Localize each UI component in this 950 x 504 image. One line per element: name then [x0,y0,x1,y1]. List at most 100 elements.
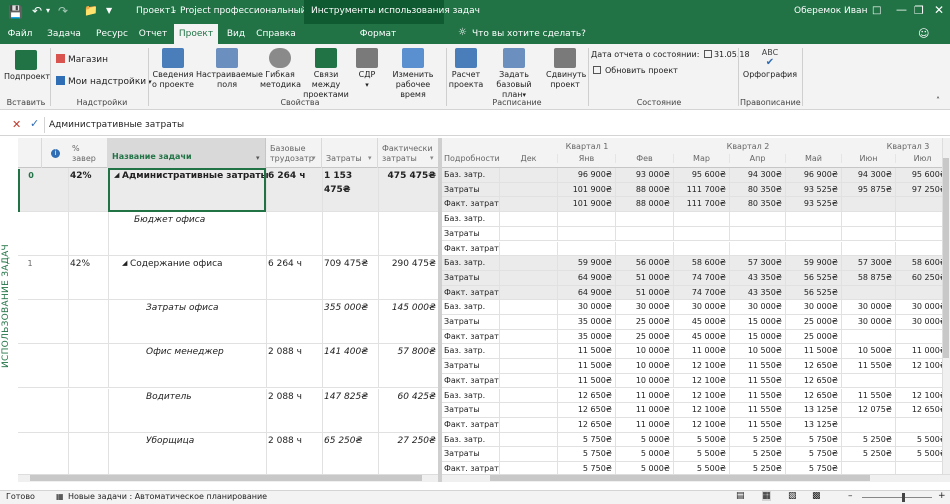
custom-fields-button[interactable]: Настраиваемые поля [196,48,263,90]
detail-value[interactable]: 11 500₴ [558,344,616,360]
redo-icon[interactable]: ↷ [58,4,68,18]
tab-task[interactable]: Задача [44,24,84,44]
filter-dropdown-icon[interactable]: ▾ [256,154,260,162]
detail-value[interactable]: 94 300₴ [730,168,786,183]
detail-value[interactable]: 11 500₴ [558,359,616,374]
cell-baseline-work[interactable]: 6 264 ч [268,169,320,183]
cell-baseline-work[interactable]: 2 088 ч [268,434,320,448]
cell-baseline-work[interactable]: 2 088 ч [268,390,320,404]
collapse-ribbon-icon[interactable]: ˄ [936,96,940,105]
detail-value[interactable] [500,168,558,183]
cell-task-name[interactable]: Водитель [146,390,258,404]
detail-value[interactable]: 10 000₴ [616,344,674,360]
detail-value[interactable]: 11 000₴ [616,417,674,433]
detail-value[interactable] [500,300,558,315]
new-tasks-icon[interactable]: ▦ [56,492,64,501]
cell-cost[interactable]: 65 250₴ [324,434,378,448]
cell-cost[interactable]: 1 153 475₴ [324,169,378,197]
detail-value[interactable] [842,373,896,389]
detail-value[interactable]: 13 125₴ [786,403,842,418]
detail-value[interactable]: 11 500₴ [558,373,616,389]
detail-value[interactable] [500,403,558,418]
cell-pct[interactable]: 42% [70,257,106,271]
detail-value[interactable]: 12 650₴ [558,403,616,418]
detail-value[interactable] [842,197,896,213]
detail-value[interactable] [616,241,674,257]
detail-value[interactable]: 111 700₴ [674,197,730,213]
detail-value[interactable]: 5 000₴ [616,432,674,448]
detail-value[interactable] [500,226,558,242]
qat-menu-icon[interactable]: ▼ [106,6,112,15]
detail-value[interactable] [500,315,558,330]
zoom-slider[interactable] [862,497,932,498]
detail-value[interactable]: 5 250₴ [842,432,896,448]
close-icon[interactable]: ✕ [934,3,944,17]
tab-format[interactable]: Формат [348,24,408,44]
detail-value[interactable]: 12 650₴ [786,373,842,389]
calculate-project-button[interactable]: Расчет проекта [448,48,484,90]
my-addins-button[interactable]: Мои надстройки ▾ [56,76,152,87]
detail-value[interactable]: 30 000₴ [730,300,786,315]
detail-value[interactable]: 88 000₴ [616,182,674,198]
minimize-icon[interactable]: — [896,3,907,16]
collapse-toggle-icon[interactable]: ◢ [122,259,127,267]
detail-value[interactable] [558,241,616,257]
undo-dropdown-icon[interactable]: ▾ [46,6,50,15]
detail-value[interactable] [786,212,842,227]
detail-value[interactable]: 10 500₴ [730,344,786,360]
detail-value[interactable]: 5 750₴ [786,447,842,462]
detail-value[interactable]: 80 350₴ [730,197,786,213]
cell-actual-cost[interactable]: 27 250₴ [378,434,438,448]
detail-value[interactable]: 57 300₴ [842,256,896,271]
right-hscroll-thumb[interactable] [490,475,870,481]
cell-cost[interactable]: 355 000₴ [324,301,378,315]
detail-value[interactable] [500,432,558,448]
detail-value[interactable]: 64 900₴ [558,285,616,301]
cell-actual-cost[interactable]: 145 000₴ [378,301,438,315]
detail-value[interactable]: 64 900₴ [558,270,616,286]
detail-value[interactable] [500,270,558,286]
detail-value[interactable] [730,212,786,227]
detail-value[interactable]: 5 750₴ [558,447,616,462]
detail-value[interactable]: 5 250₴ [842,447,896,462]
restore-icon[interactable]: ❐ [914,4,924,17]
tab-project[interactable]: Проект [174,24,218,44]
detail-value[interactable]: 11 500₴ [786,344,842,360]
cell-actual-cost[interactable]: 475 475₴ [378,169,438,183]
detail-value[interactable] [500,447,558,462]
detail-value[interactable]: 56 525₴ [786,285,842,301]
detail-value[interactable] [730,226,786,242]
search-hint[interactable]: Что вы хотите сделать? [472,29,586,39]
detail-value[interactable]: 80 350₴ [730,182,786,198]
detail-value[interactable] [674,226,730,242]
new-tasks-mode[interactable]: Новые задачи : Автоматическое планирован… [68,492,267,501]
smiley-icon[interactable]: ☺ [918,27,929,40]
left-hscroll-thumb[interactable] [30,475,422,481]
detail-value[interactable] [786,241,842,257]
view-resource-icon[interactable]: ▩ [812,491,821,501]
detail-value[interactable]: 51 000₴ [616,270,674,286]
detail-value[interactable]: 13 125₴ [786,417,842,433]
detail-value[interactable]: 35 000₴ [558,315,616,330]
detail-value[interactable]: 88 000₴ [616,197,674,213]
detail-value[interactable]: 59 900₴ [558,256,616,271]
detail-value[interactable] [500,285,558,301]
detail-value[interactable]: 11 000₴ [674,344,730,360]
detail-value[interactable]: 12 100₴ [674,373,730,389]
detail-value[interactable]: 11 550₴ [730,388,786,404]
detail-value[interactable]: 43 350₴ [730,270,786,286]
detail-value[interactable]: 74 700₴ [674,270,730,286]
header-name[interactable]: Название задачи [108,138,266,168]
cell-pct[interactable]: 42% [70,169,106,183]
detail-value[interactable]: 5 000₴ [616,447,674,462]
detail-value[interactable]: 93 000₴ [616,168,674,183]
detail-value[interactable] [500,256,558,271]
agile-button[interactable]: Гибкая методика [260,48,301,90]
cell-baseline-work[interactable]: 6 264 ч [268,257,320,271]
detail-value[interactable] [500,417,558,433]
detail-value[interactable]: 25 000₴ [786,315,842,330]
detail-value[interactable] [500,197,558,213]
detail-value[interactable] [500,359,558,374]
cell-cost[interactable]: 709 475₴ [324,257,378,271]
folder-icon[interactable]: 📁 [84,4,98,17]
